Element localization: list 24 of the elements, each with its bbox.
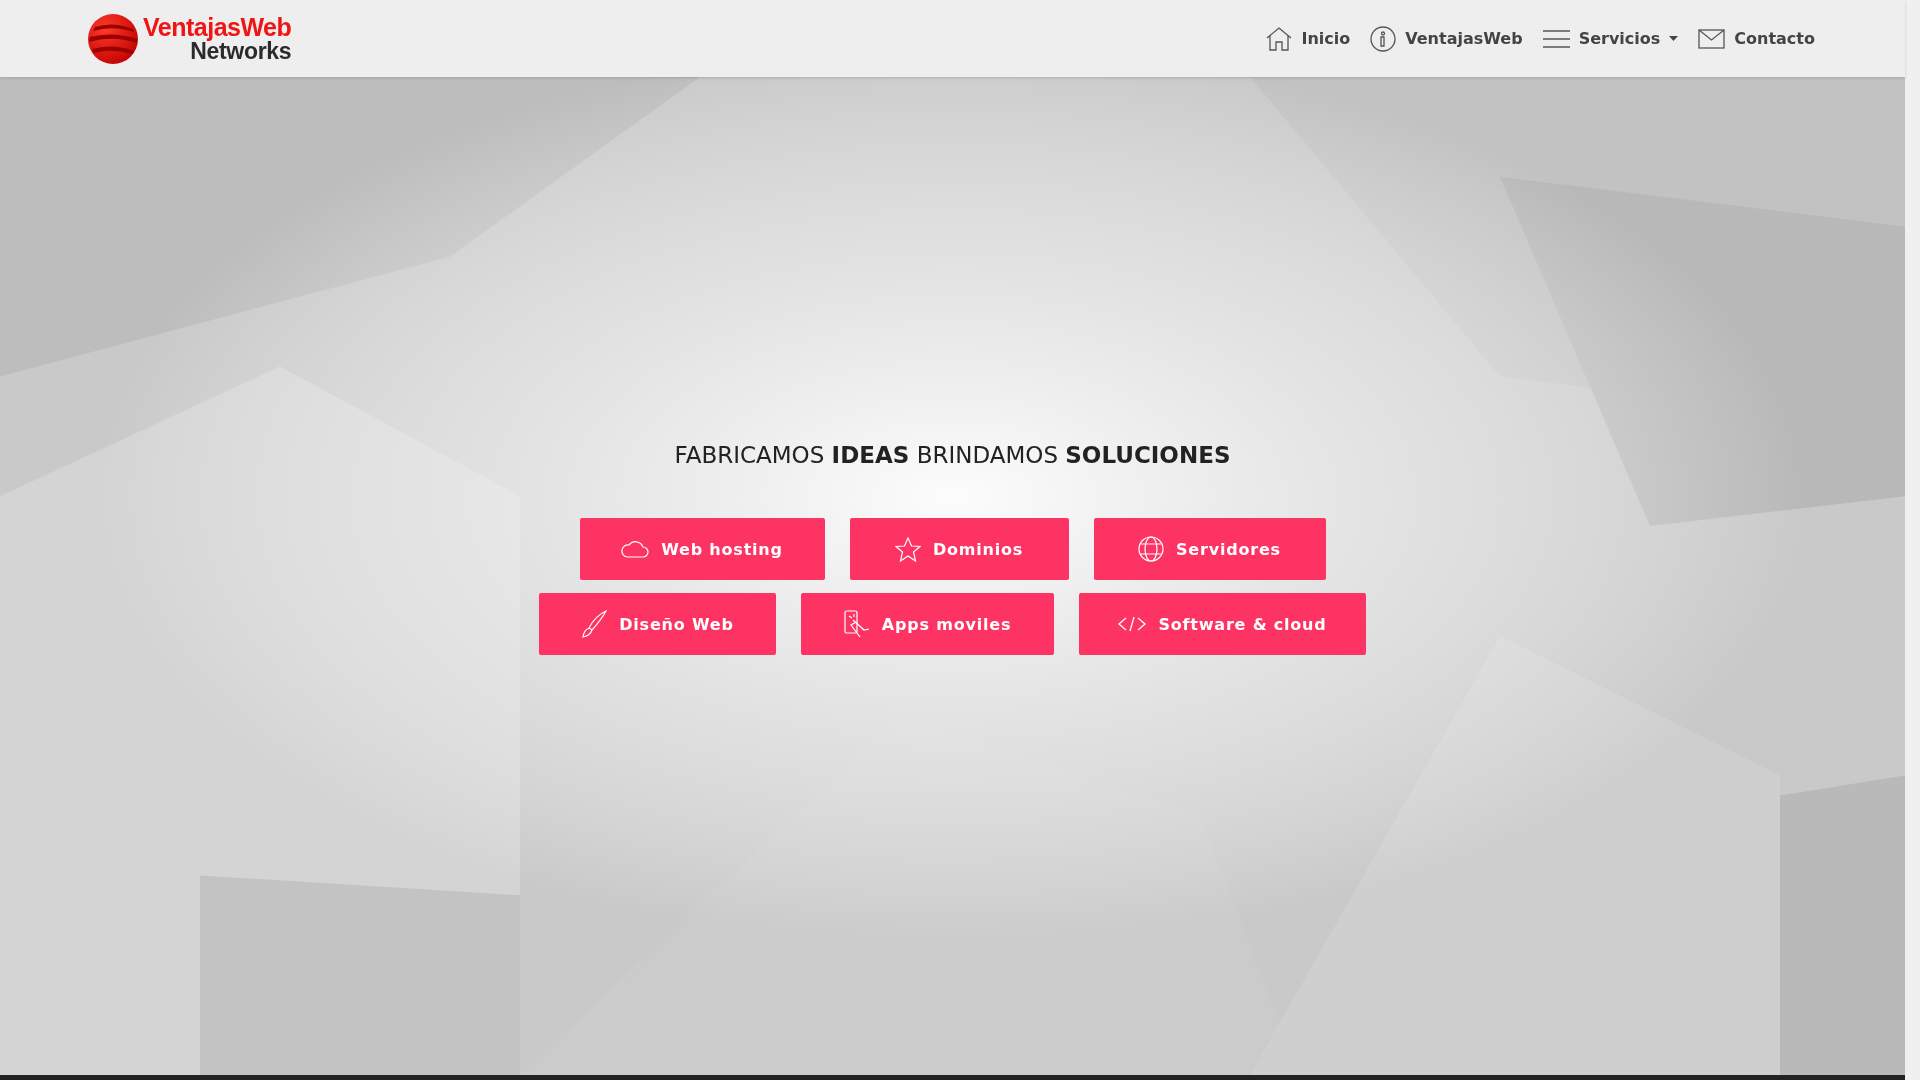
code-icon xyxy=(1118,616,1147,632)
service-button[interactable]: Web hosting xyxy=(579,518,825,580)
nav-link[interactable]: Servicios xyxy=(1542,28,1679,49)
cloud-icon xyxy=(621,540,650,558)
service-button[interactable]: Apps moviles xyxy=(801,593,1054,655)
globe-icon xyxy=(1138,536,1165,562)
phone-touch-icon xyxy=(843,610,870,638)
sphere-logo-icon xyxy=(87,12,139,65)
menu-icon xyxy=(1542,28,1570,49)
headline: FABRICAMOS IDEAS BRINDAMOS SOLUCIONES xyxy=(674,442,1231,468)
caret-icon xyxy=(1669,36,1679,41)
logo-wordmark: VentajasWeb xyxy=(143,14,292,40)
nav-link[interactable]: Contacto xyxy=(1698,28,1815,49)
info-icon xyxy=(1370,25,1397,52)
mail-icon xyxy=(1698,28,1726,49)
star-icon xyxy=(894,536,921,562)
service-button[interactable]: Servidores xyxy=(1093,518,1326,580)
service-button[interactable]: Diseño Web xyxy=(539,593,776,655)
nav-link[interactable]: Inicio xyxy=(1266,26,1351,51)
brush-icon xyxy=(581,610,608,638)
nav-link[interactable]: VentajasWeb xyxy=(1370,25,1523,52)
service-button[interactable]: Dominios xyxy=(849,518,1069,580)
home-icon xyxy=(1266,26,1293,51)
service-button[interactable]: Software & cloud xyxy=(1079,593,1366,655)
